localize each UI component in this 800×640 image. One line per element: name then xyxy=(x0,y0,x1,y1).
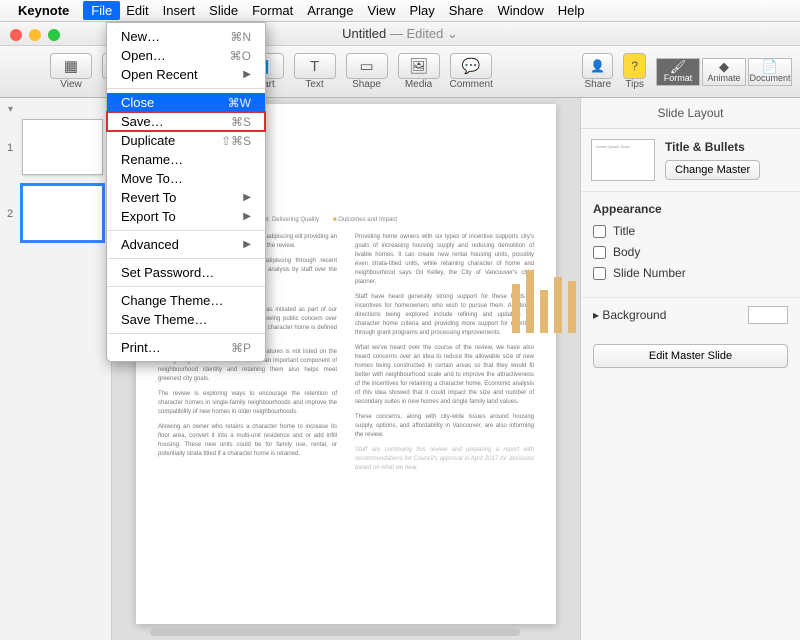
menu-item-advanced[interactable]: Advanced▶ xyxy=(107,235,265,254)
tips-button[interactable]: ? xyxy=(623,53,646,79)
chart-bar xyxy=(512,284,520,334)
tab-animate[interactable]: ◆Animate xyxy=(702,58,746,86)
background-color-swatch[interactable] xyxy=(748,306,788,324)
background-row[interactable]: ▸ Background xyxy=(581,298,800,332)
document-title: Untitled xyxy=(342,26,386,41)
change-master-button[interactable]: Change Master xyxy=(665,160,760,180)
menu-item-open[interactable]: Open…⌘O xyxy=(107,46,265,65)
menu-item-save[interactable]: Save…⌘S xyxy=(107,112,265,131)
menu-item-close[interactable]: Close⌘W xyxy=(107,93,265,112)
slide-navigator: ▾ 1 2 xyxy=(0,98,112,640)
edit-master-slide-button[interactable]: Edit Master Slide xyxy=(593,344,788,368)
menu-item-duplicate[interactable]: Duplicate⇧⌘S xyxy=(107,131,265,150)
inspector-title: Slide Layout xyxy=(581,98,800,129)
menu-item-print[interactable]: Print…⌘P xyxy=(107,338,265,357)
menu-edit[interactable]: Edit xyxy=(126,3,148,18)
tab-document[interactable]: 📄Document xyxy=(748,58,792,86)
slide-thumbnail[interactable]: 1 xyxy=(22,119,103,175)
slide-number-checkbox[interactable]: Slide Number xyxy=(593,266,788,280)
master-thumbnail: Lorem Ipsum Dolor xyxy=(591,139,655,181)
minimize-window-icon[interactable] xyxy=(29,29,41,41)
toolbar-text-button[interactable]: T xyxy=(294,53,336,79)
toolbar-comment-button[interactable]: 💬 xyxy=(450,53,492,79)
share-label: Share xyxy=(584,79,611,90)
view-label: View xyxy=(60,79,82,90)
horizontal-scrollbar[interactable] xyxy=(150,628,520,636)
menu-item-exportto[interactable]: Export To▶ xyxy=(107,207,265,226)
slide-chart[interactable] xyxy=(512,243,580,333)
window-controls xyxy=(10,29,60,41)
tips-label: Tips xyxy=(625,79,644,90)
menu-play[interactable]: Play xyxy=(409,3,434,18)
chart-bar xyxy=(540,290,548,333)
menu-item-setpassword[interactable]: Set Password… xyxy=(107,263,265,282)
menu-item-openrecent[interactable]: Open Recent▶ xyxy=(107,65,265,84)
menu-item-moveto[interactable]: Move To… xyxy=(107,169,265,188)
menu-window[interactable]: Window xyxy=(497,3,543,18)
tab-format[interactable]: 🖌Format xyxy=(656,58,700,86)
toolbar-media-button[interactable]: 🖼 xyxy=(398,53,440,79)
menu-slide[interactable]: Slide xyxy=(209,3,238,18)
menu-file[interactable]: File xyxy=(83,1,120,20)
menu-item-changetheme[interactable]: Change Theme… xyxy=(107,291,265,310)
menu-insert[interactable]: Insert xyxy=(163,3,196,18)
chart-bar xyxy=(568,281,576,333)
fullscreen-window-icon[interactable] xyxy=(48,29,60,41)
close-window-icon[interactable] xyxy=(10,29,22,41)
menu-help[interactable]: Help xyxy=(558,3,585,18)
menu-item-new[interactable]: New…⌘N xyxy=(107,27,265,46)
format-inspector: Slide Layout Lorem Ipsum Dolor Title & B… xyxy=(580,98,800,640)
view-button[interactable]: ▦ xyxy=(50,53,92,79)
document-edited-status: — Edited xyxy=(390,26,443,41)
chart-bar xyxy=(554,277,562,333)
menu-share[interactable]: Share xyxy=(449,3,484,18)
menu-item-revertto[interactable]: Revert To▶ xyxy=(107,188,265,207)
menu-view[interactable]: View xyxy=(368,3,396,18)
title-chevron-icon[interactable]: ⌄ xyxy=(447,26,458,42)
master-name: Title & Bullets xyxy=(665,140,790,154)
menu-format[interactable]: Format xyxy=(252,3,293,18)
menu-item-rename[interactable]: Rename… xyxy=(107,150,265,169)
menu-arrange[interactable]: Arrange xyxy=(307,3,353,18)
inspector-tabs: 🖌Format◆Animate📄Document xyxy=(656,58,792,86)
title-checkbox[interactable]: Title xyxy=(593,224,788,238)
body-column-right[interactable]: Providing home owners with six types of … xyxy=(355,233,534,479)
slide-thumbnail[interactable]: 2 xyxy=(22,185,103,241)
system-menubar: Keynote File Edit Insert Slide Format Arrange… xyxy=(0,0,800,22)
appearance-heading: Appearance xyxy=(593,202,788,216)
app-name[interactable]: Keynote xyxy=(18,3,69,18)
share-button[interactable]: 👤 xyxy=(582,53,613,79)
chart-bar xyxy=(526,270,534,333)
file-menu-dropdown: New…⌘NOpen…⌘OOpen Recent▶ Close⌘WSave…⌘SD… xyxy=(106,22,266,362)
body-checkbox[interactable]: Body xyxy=(593,245,788,259)
toolbar-shape-button[interactable]: ▭ xyxy=(346,53,388,79)
menu-item-savetheme[interactable]: Save Theme… xyxy=(107,310,265,329)
